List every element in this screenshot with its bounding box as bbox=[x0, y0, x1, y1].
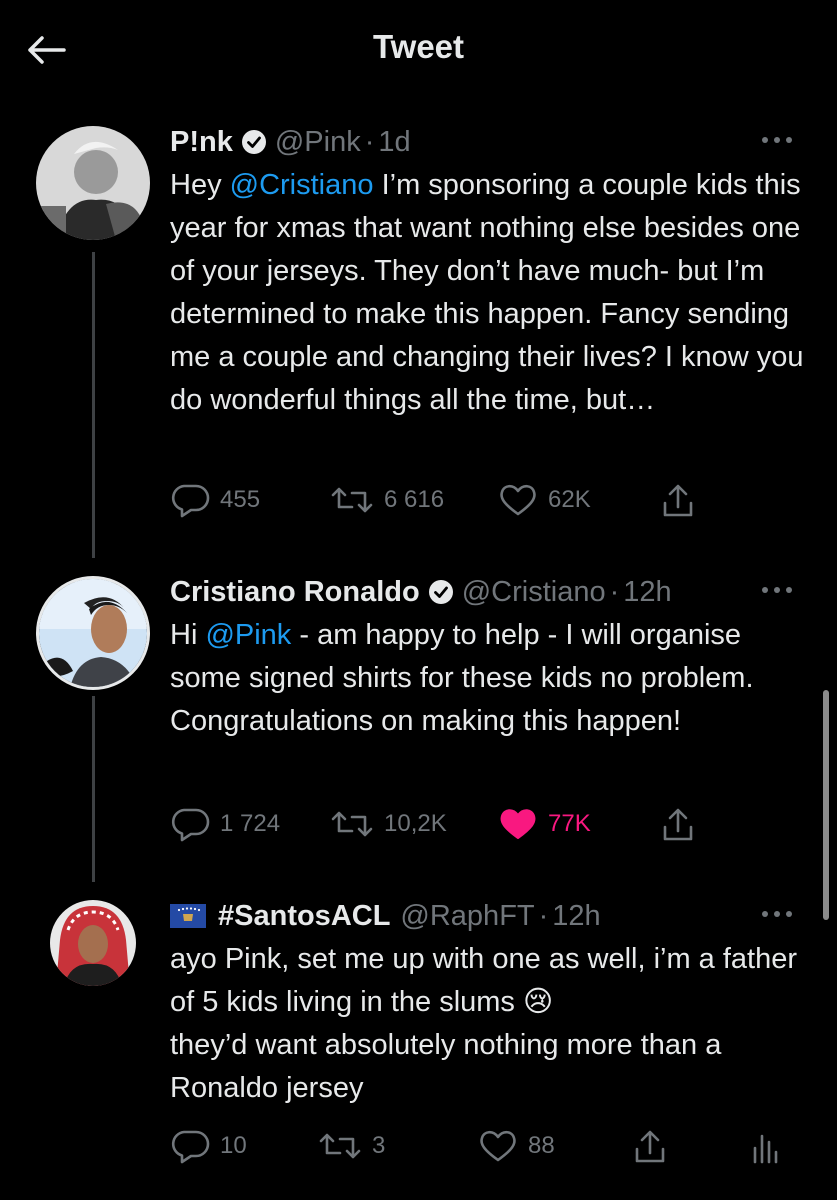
tweet-cristiano[interactable]: Cristiano Ronaldo @Cristiano · 12h Hi @P… bbox=[0, 576, 837, 882]
reply-button[interactable]: 10 bbox=[170, 1126, 247, 1166]
mention-link[interactable]: @Pink bbox=[205, 619, 291, 651]
like-button[interactable]: 62K bbox=[498, 480, 591, 520]
reply-icon bbox=[171, 1130, 210, 1164]
retweet-button[interactable]: 10,2K bbox=[330, 804, 447, 844]
author-handle[interactable]: @RaphFT bbox=[400, 900, 534, 933]
like-button[interactable]: 88 bbox=[478, 1126, 555, 1166]
verified-icon bbox=[428, 579, 454, 605]
author-name[interactable]: #SantosACL bbox=[218, 900, 390, 933]
like-count: 88 bbox=[528, 1132, 555, 1159]
share-icon bbox=[663, 484, 693, 517]
tweet-actions: 10 3 88 bbox=[170, 1126, 810, 1166]
reply-icon bbox=[171, 484, 210, 518]
retweet-count: 3 bbox=[372, 1132, 386, 1159]
more-options-button[interactable] bbox=[757, 902, 797, 926]
author-handle[interactable]: @Cristiano bbox=[462, 576, 606, 609]
heart-icon bbox=[480, 1130, 516, 1162]
retweet-count: 10,2K bbox=[384, 810, 447, 837]
retweet-button[interactable]: 6 616 bbox=[330, 480, 444, 520]
tweet-raphft[interactable]: #SantosACL @RaphFT · 12h ayo Pink, set m… bbox=[0, 900, 837, 1180]
scrollbar[interactable] bbox=[823, 690, 829, 920]
more-icon bbox=[762, 137, 792, 143]
author-name[interactable]: P!nk bbox=[170, 126, 233, 159]
share-icon bbox=[635, 1130, 665, 1163]
like-count: 62K bbox=[548, 486, 591, 513]
analytics-button[interactable] bbox=[750, 1126, 780, 1166]
top-bar: Tweet bbox=[0, 0, 837, 100]
reply-count: 10 bbox=[220, 1132, 247, 1159]
avatar-pink[interactable] bbox=[36, 126, 150, 240]
tweet-text: Hey @Cristiano I’m sponsoring a couple k… bbox=[170, 169, 804, 416]
more-options-button[interactable] bbox=[757, 128, 797, 152]
share-icon bbox=[663, 808, 693, 841]
retweet-icon bbox=[319, 1133, 361, 1159]
tweet-actions: 1 724 10,2K 77K bbox=[170, 804, 810, 844]
share-button[interactable] bbox=[660, 804, 696, 844]
author-handle[interactable]: @Pink bbox=[275, 126, 361, 159]
more-icon bbox=[762, 911, 792, 917]
reply-button[interactable]: 455 bbox=[170, 480, 260, 520]
analytics-icon bbox=[753, 1134, 778, 1164]
author-name[interactable]: Cristiano Ronaldo bbox=[170, 576, 420, 609]
like-count: 77K bbox=[548, 810, 591, 837]
kosovo-flag-icon bbox=[170, 904, 206, 928]
thread-line bbox=[92, 252, 95, 558]
reply-count: 1 724 bbox=[220, 810, 281, 837]
reply-icon bbox=[171, 808, 210, 842]
tweet-actions: 455 6 616 62K bbox=[170, 480, 810, 520]
reply-button[interactable]: 1 724 bbox=[170, 804, 280, 844]
like-button[interactable]: 77K bbox=[498, 804, 591, 844]
reply-count: 455 bbox=[220, 486, 261, 513]
heart-icon bbox=[500, 484, 536, 516]
verified-icon bbox=[241, 129, 267, 155]
heart-filled-icon bbox=[500, 809, 536, 839]
tweet-time[interactable]: 1d bbox=[378, 126, 410, 159]
tweet-time[interactable]: 12h bbox=[623, 576, 671, 609]
tweet-text: ayo Pink, set me up with one as well, i’… bbox=[170, 943, 798, 1104]
more-options-button[interactable] bbox=[757, 578, 797, 602]
avatar-cristiano[interactable] bbox=[36, 576, 150, 690]
retweet-count: 6 616 bbox=[384, 486, 445, 513]
mention-link[interactable]: @Cristiano bbox=[230, 169, 374, 201]
share-button[interactable] bbox=[660, 480, 696, 520]
tweet-time[interactable]: 12h bbox=[552, 900, 600, 933]
thread-line bbox=[92, 696, 95, 882]
tweet-text: Hi @Pink - am happy to help - I will org… bbox=[170, 619, 754, 737]
tweet-pink[interactable]: P!nk @Pink · 1d Hey @Cristiano I’m spons… bbox=[0, 126, 837, 558]
more-icon bbox=[762, 587, 792, 593]
page-title: Tweet bbox=[372, 28, 465, 65]
retweet-icon bbox=[331, 811, 373, 837]
retweet-icon bbox=[331, 487, 373, 513]
retweet-button[interactable]: 3 bbox=[318, 1126, 385, 1166]
avatar-raphft[interactable] bbox=[50, 900, 136, 986]
share-button[interactable] bbox=[632, 1126, 668, 1166]
